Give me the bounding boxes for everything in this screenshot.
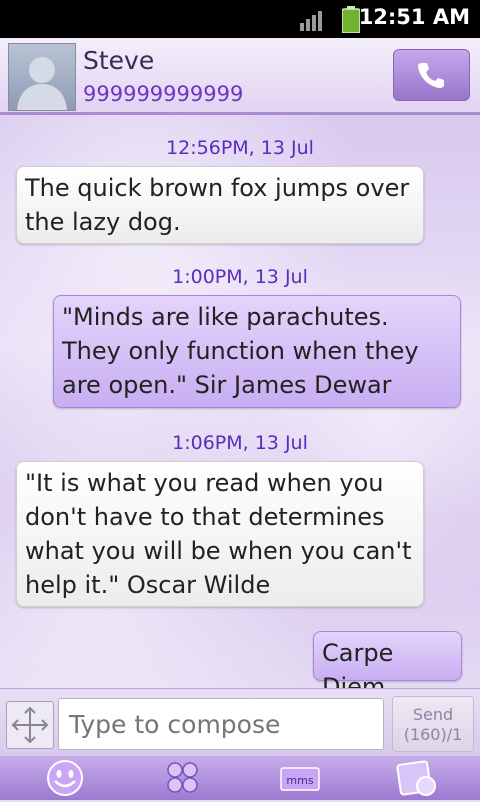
call-button[interactable] — [393, 49, 470, 101]
theme-icon — [396, 760, 436, 796]
outgoing-message[interactable]: "Minds are like parachutes. They only fu… — [53, 295, 461, 408]
status-clock: 12:51 AM — [358, 5, 470, 29]
character-counter: (160)/1 — [403, 725, 463, 744]
mms-icon: mms — [280, 767, 320, 791]
smiley-button[interactable] — [44, 758, 86, 798]
templates-button[interactable] — [163, 758, 203, 798]
outgoing-message[interactable]: Carpe Diem — [313, 631, 462, 688]
bottom-toolbar: mms — [0, 756, 480, 800]
expand-button[interactable] — [6, 701, 54, 749]
templates-icon — [167, 762, 198, 793]
avatar[interactable] — [8, 43, 76, 111]
contact-name: Steve — [83, 46, 155, 75]
compose-bar: Send (160)/1 — [0, 688, 480, 757]
message-timestamp: 12:56PM, 13 Jul — [166, 137, 314, 159]
message-timestamp: 1:00PM, 13 Jul — [172, 266, 308, 288]
compose-input[interactable] — [58, 698, 384, 750]
contact-silhouette-icon — [17, 57, 67, 110]
phone-icon — [418, 63, 444, 88]
message-timestamp: 1:06PM, 13 Jul — [172, 432, 308, 454]
send-button[interactable]: Send (160)/1 — [392, 696, 474, 752]
signal-icon — [300, 11, 322, 31]
status-bar: 12:51 AM — [0, 0, 480, 38]
mms-label: mms — [286, 774, 313, 787]
send-label: Send — [412, 705, 454, 724]
incoming-message[interactable]: "It is what you read when you don't have… — [16, 461, 424, 607]
theme-button[interactable] — [396, 758, 438, 798]
battery-icon — [342, 6, 360, 33]
smiley-icon — [47, 760, 83, 796]
expand-icon — [11, 706, 49, 744]
contact-number: 999999999999 — [83, 82, 244, 106]
contact-header: Steve 999999999999 — [0, 38, 480, 115]
message-thread[interactable]: 12:56PM, 13 Jul The quick brown fox jump… — [0, 115, 480, 688]
mms-button[interactable]: mms — [279, 758, 321, 798]
incoming-message[interactable]: The quick brown fox jumps over the lazy … — [16, 166, 424, 244]
